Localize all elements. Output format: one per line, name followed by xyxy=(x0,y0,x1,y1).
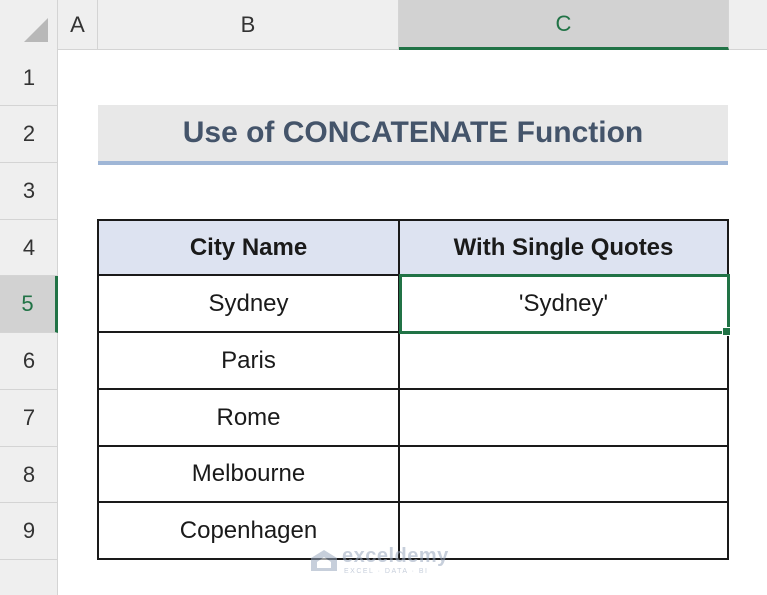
select-all-button[interactable] xyxy=(0,0,58,50)
column-header-c[interactable]: C xyxy=(399,0,729,50)
row-header-7[interactable]: 7 xyxy=(0,390,58,447)
column-header-a[interactable]: A xyxy=(58,0,98,50)
row-header-9[interactable]: 9 xyxy=(0,503,58,560)
cell-c6[interactable] xyxy=(400,333,729,390)
watermark-tagline: EXCEL · DATA · BI xyxy=(344,568,429,575)
row-header-1[interactable]: 1 xyxy=(0,50,58,106)
row-header-5[interactable]: 5 xyxy=(0,276,58,333)
select-all-triangle-icon xyxy=(24,18,48,42)
cell-c8[interactable] xyxy=(400,447,729,503)
fill-handle[interactable] xyxy=(722,327,731,336)
exceldemy-watermark: exceldemy EXCEL · DATA · BI xyxy=(310,545,470,579)
row-header-2[interactable]: 2 xyxy=(0,106,58,163)
cell-b5[interactable]: Sydney xyxy=(99,276,400,333)
row-header-8[interactable]: 8 xyxy=(0,447,58,503)
active-cell-border xyxy=(399,274,730,334)
cell-b7[interactable]: Rome xyxy=(99,390,400,447)
watermark-name: exceldemy xyxy=(342,545,449,567)
row-header-3[interactable]: 3 xyxy=(0,163,58,220)
title-cell[interactable]: Use of CONCATENATE Function xyxy=(98,105,728,165)
exceldemy-logo-icon xyxy=(311,550,337,571)
row-header-4[interactable]: 4 xyxy=(0,220,58,276)
column-header-b[interactable]: B xyxy=(98,0,399,50)
cell-b6[interactable]: Paris xyxy=(99,333,400,390)
cell-b8[interactable]: Melbourne xyxy=(99,447,400,503)
header-city-name[interactable]: City Name xyxy=(99,221,400,276)
cell-c7[interactable] xyxy=(400,390,729,447)
row-header-6[interactable]: 6 xyxy=(0,333,58,390)
header-with-single-quotes[interactable]: With Single Quotes xyxy=(400,221,729,276)
